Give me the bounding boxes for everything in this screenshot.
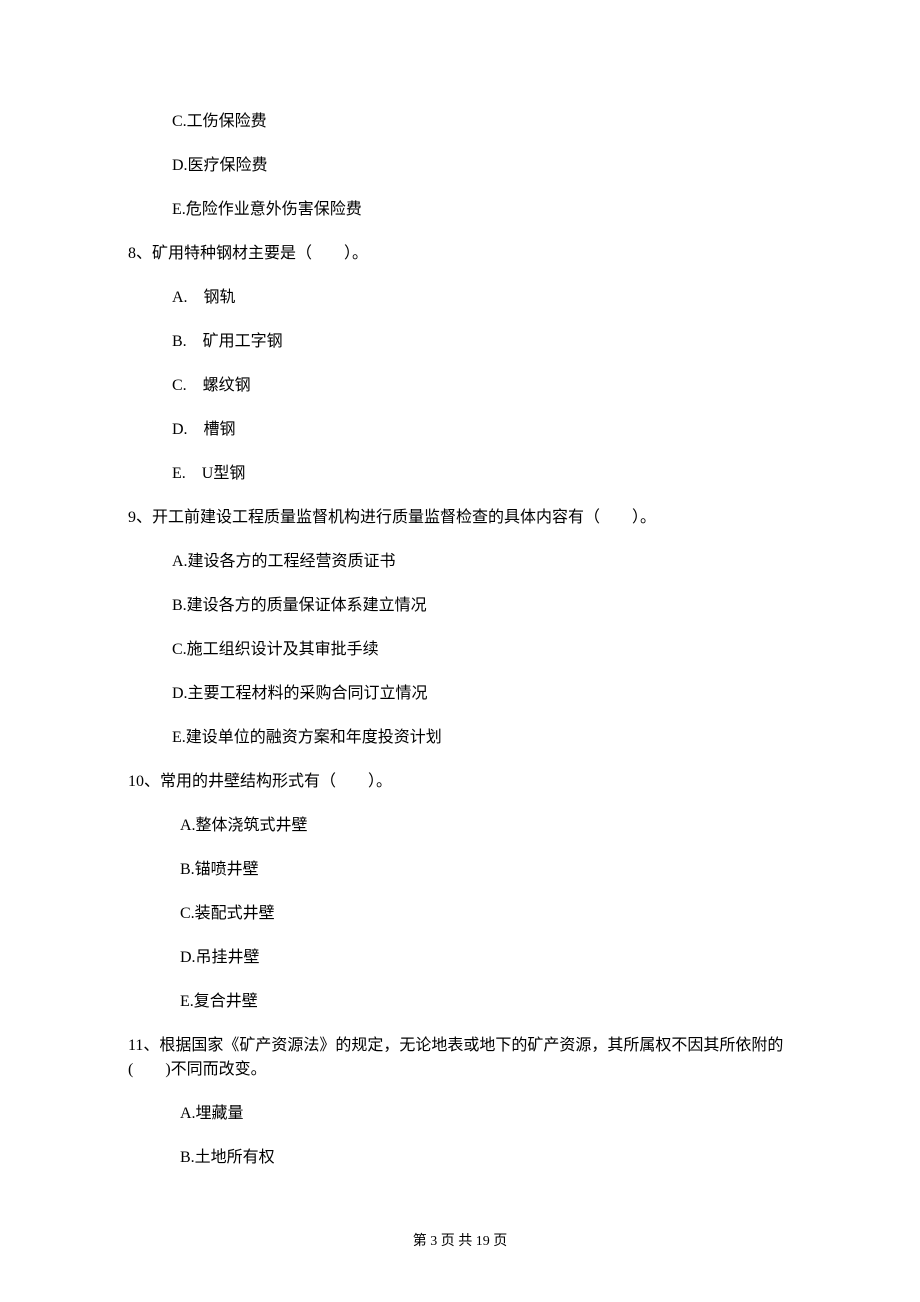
q11-stem: 11、根据国家《矿产资源法》的规定，无论地表或地下的矿产资源，其所属权不因其所依… [120,1034,800,1082]
q8-stem: 8、矿用特种钢材主要是（ ）。 [120,242,800,266]
q9-option-d: D.主要工程材料的采购合同订立情况 [120,682,800,706]
q8-option-e: E. U型钢 [120,462,800,486]
q10-option-e: E.复合井壁 [120,990,800,1014]
q9-option-b: B.建设各方的质量保证体系建立情况 [120,594,800,618]
page-footer: 第 3 页 共 19 页 [0,1231,920,1252]
q9-option-e: E.建设单位的融资方案和年度投资计划 [120,726,800,750]
q8-option-b: B. 矿用工字钢 [120,330,800,354]
q10-stem: 10、常用的井壁结构形式有（ ）。 [120,770,800,794]
q10-option-c: C.装配式井壁 [120,902,800,926]
q7-option-c: C.工伤保险费 [120,110,800,134]
page-container: C.工伤保险费 D.医疗保险费 E.危险作业意外伤害保险费 8、矿用特种钢材主要… [0,0,920,1302]
q7-option-d: D.医疗保险费 [120,154,800,178]
q11-option-b: B.土地所有权 [120,1146,800,1170]
q11-option-a: A.埋藏量 [120,1102,800,1126]
q9-stem: 9、开工前建设工程质量监督机构进行质量监督检查的具体内容有（ ）。 [120,506,800,530]
q9-option-c: C.施工组织设计及其审批手续 [120,638,800,662]
q8-option-c: C. 螺纹钢 [120,374,800,398]
q10-option-d: D.吊挂井壁 [120,946,800,970]
q7-option-e: E.危险作业意外伤害保险费 [120,198,800,222]
q8-option-a: A. 钢轨 [120,286,800,310]
q10-option-b: B.锚喷井壁 [120,858,800,882]
q8-option-d: D. 槽钢 [120,418,800,442]
q10-option-a: A.整体浇筑式井壁 [120,814,800,838]
q9-option-a: A.建设各方的工程经营资质证书 [120,550,800,574]
